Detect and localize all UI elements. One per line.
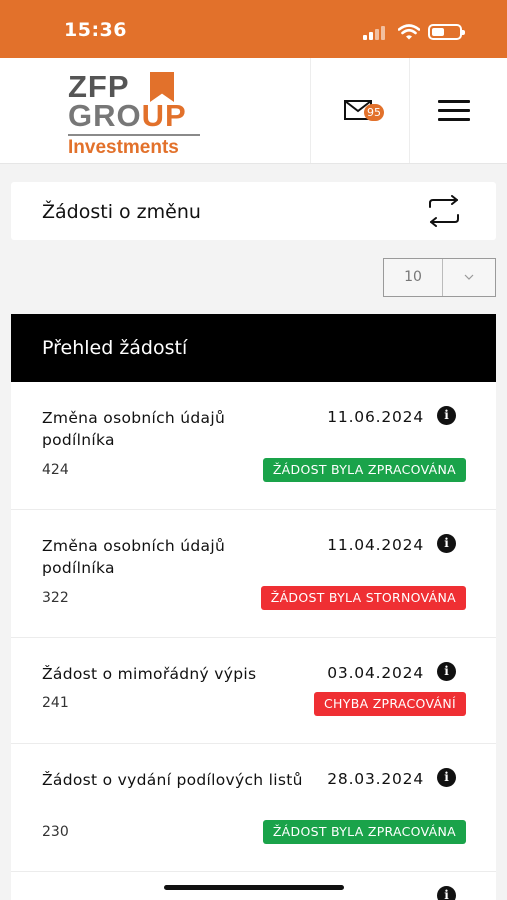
logo-gro: GRO: [68, 98, 142, 133]
info-icon[interactable]: i: [437, 768, 456, 787]
page-size-select[interactable]: 10: [383, 258, 496, 297]
request-date: 11.04.2024: [327, 536, 424, 554]
home-indicator[interactable]: [164, 885, 344, 890]
swap-arrows-icon[interactable]: [425, 195, 463, 227]
request-date: 11.06.2024: [327, 408, 424, 426]
info-icon[interactable]: i: [437, 406, 456, 425]
info-icon[interactable]: i: [437, 886, 456, 900]
list-item[interactable]: Změna osobních údajů podílníka 11.06.202…: [11, 382, 496, 510]
request-name: Změna osobních údajů podílníka: [42, 537, 226, 577]
list-item[interactable]: Žádost o mimořádný výpis 03.04.2024 i 24…: [11, 638, 496, 744]
status-badge: ŽÁDOST BYLA ZPRACOVÁNA: [262, 458, 466, 482]
page-title: Žádosti o změnu: [42, 201, 201, 223]
chevron-down-icon: [464, 274, 474, 280]
request-name: Žádost o vydání podílových listů: [42, 771, 303, 789]
request-id: 241: [42, 695, 69, 711]
logo-divider: [68, 134, 200, 136]
status-time: 15:36: [64, 19, 127, 41]
request-date: 28.03.2024: [327, 770, 424, 788]
list-item[interactable]: Žádost o vydání podílových listů 28.03.2…: [11, 744, 496, 872]
request-name: Žádost o mimořádný výpis: [42, 665, 257, 683]
overview-header: Přehled žádostí: [11, 314, 496, 382]
request-date: 03.04.2024: [327, 664, 424, 682]
select-divider: [442, 259, 443, 296]
logo-up: UP: [141, 98, 187, 133]
request-id: 230: [42, 824, 69, 840]
request-id: 424: [42, 462, 69, 478]
page-size-value: 10: [404, 269, 422, 285]
request-id: 322: [42, 590, 69, 606]
page-title-card: Žádosti o změnu: [11, 182, 496, 240]
header-divider: [409, 58, 410, 163]
cellular-signal-icon: [363, 26, 389, 40]
list-item[interactable]: Změna osobních údajů podílníka 11.04.202…: [11, 510, 496, 638]
messages-button[interactable]: 95: [336, 84, 396, 134]
logo-line-2: GROUP: [68, 98, 187, 133]
requests-list: Změna osobních údajů podílníka 11.06.202…: [11, 382, 496, 900]
hamburger-menu-icon[interactable]: [438, 100, 470, 122]
status-bar: 15:36: [0, 0, 507, 58]
request-name: Změna osobních údajů podílníka: [42, 409, 226, 449]
status-badge: CHYBA ZPRACOVÁNÍ: [314, 692, 466, 716]
status-badge: ŽÁDOST BYLA STORNOVÁNA: [260, 586, 466, 610]
unread-count-badge: 95: [364, 104, 384, 121]
app-header: ZFP GROUP Investments 95: [0, 58, 507, 164]
header-divider: [310, 58, 311, 163]
logo-line-3: Investments: [68, 137, 179, 158]
zfp-group-logo[interactable]: ZFP GROUP Investments: [66, 68, 206, 160]
info-icon[interactable]: i: [437, 662, 456, 681]
status-badge: ŽÁDOST BYLA ZPRACOVÁNA: [262, 820, 466, 844]
overview-title: Přehled žádostí: [42, 337, 188, 359]
info-icon[interactable]: i: [437, 534, 456, 553]
battery-icon: [428, 24, 465, 40]
wifi-icon: [398, 24, 420, 40]
